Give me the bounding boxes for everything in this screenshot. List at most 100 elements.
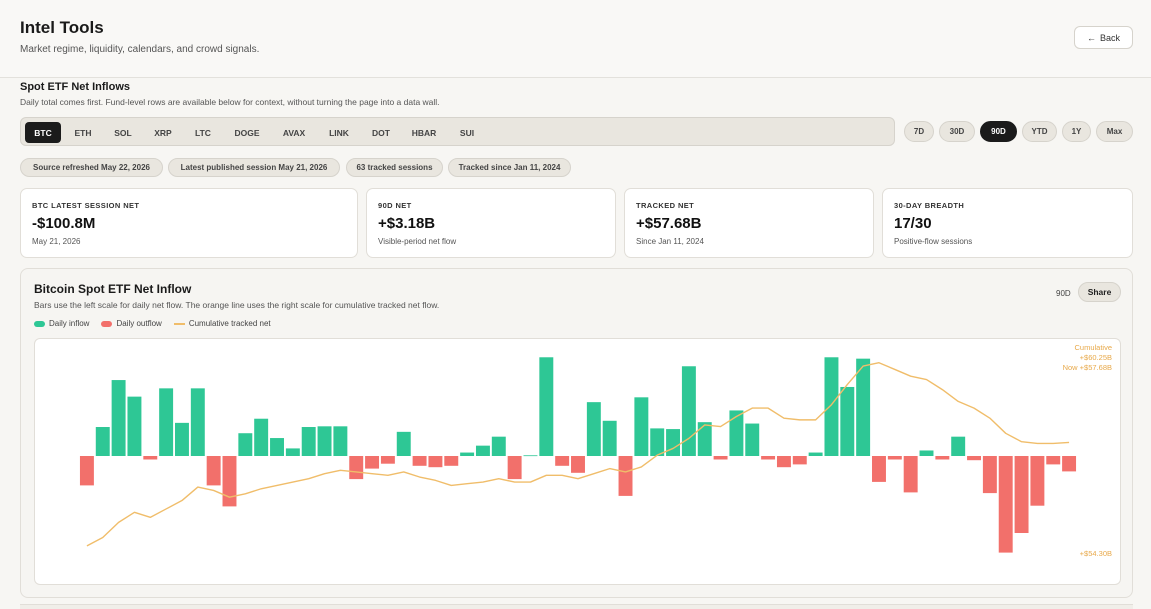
stat-card-tracked-net: TRACKED NET +$57.68B Since Jan 11, 2024 [624, 188, 874, 258]
outflow-bar [903, 456, 918, 493]
legend-label-inflow: Daily inflow [49, 319, 90, 328]
inflow-bar [602, 420, 617, 456]
inflow-bar [919, 450, 934, 456]
outflow-bar [1014, 456, 1029, 533]
share-button[interactable]: Share [1078, 282, 1121, 302]
inflow-bar [254, 418, 269, 456]
stat-card-latest-session: BTC LATEST SESSION NET -$100.8M May 21, … [20, 188, 358, 258]
range-1y[interactable]: 1Y [1062, 121, 1091, 142]
inflow-bar [238, 433, 253, 456]
chart-legend: Daily inflow Daily outflow Cumulative tr… [34, 319, 271, 328]
meta-chip-tracked-sessions: 63 tracked sessions [346, 158, 443, 177]
meta-chip-source-refreshed: Source refreshed May 22, 2026 [20, 158, 163, 177]
asset-tab-dot[interactable]: DOT [363, 122, 399, 143]
stat-value: +$57.68B [636, 215, 702, 232]
inflow-bar [317, 426, 332, 456]
outflow-bar [1046, 456, 1061, 465]
stat-value: 17/30 [894, 215, 932, 232]
right-axis-title: Cumulative [1074, 343, 1112, 352]
asset-tab-btc[interactable]: BTC [25, 122, 61, 143]
stat-card-90d-net: 90D NET +$3.18B Visible-period net flow [366, 188, 616, 258]
inflow-bar [159, 388, 174, 456]
legend-item-cumulative: Cumulative tracked net [173, 319, 271, 328]
outflow-bar [143, 456, 158, 460]
inflow-bar [175, 422, 189, 456]
inflow-bar [634, 397, 649, 456]
inflow-bar [697, 422, 712, 456]
inflow-bar [856, 358, 871, 456]
inflow-bar [301, 427, 316, 456]
outflow-bar [222, 456, 237, 507]
asset-tab-link[interactable]: LINK [319, 122, 359, 143]
outflow-bar [761, 456, 776, 460]
inflow-bar [95, 427, 110, 456]
right-axis-top-label: +$60.25B [1080, 353, 1112, 362]
section-title: Spot ETF Net Inflows [20, 81, 130, 93]
inflow-bar [824, 357, 839, 456]
range-90d[interactable]: 90D [980, 121, 1017, 142]
next-section-edge [20, 604, 1133, 609]
stat-sub: Positive-flow sessions [894, 237, 973, 246]
outflow-bar [998, 456, 1013, 553]
stat-label: 30-DAY BREADTH [894, 201, 965, 210]
inflow-bar [127, 396, 142, 456]
inflow-bar [681, 366, 696, 456]
inflow-bar [951, 436, 966, 456]
page-title: Intel Tools [20, 18, 104, 37]
outflow-bar [349, 456, 364, 480]
inflow-bar [333, 426, 348, 456]
range-30d[interactable]: 30D [939, 121, 975, 142]
outflow-bar [935, 456, 950, 460]
outflow-bar [713, 456, 728, 460]
outflow-bar [571, 456, 585, 473]
inflow-bar [650, 428, 665, 456]
legend-label-outflow: Daily outflow [116, 319, 162, 328]
outflow-bar [792, 456, 807, 465]
inflow-bar [475, 445, 490, 456]
asset-tab-hbar[interactable]: HBAR [403, 122, 445, 143]
inflow-bar [460, 452, 475, 456]
stat-value: +$3.18B [378, 215, 436, 232]
chart-range-tag: 90D [1056, 289, 1071, 298]
asset-tab-xrp[interactable]: XRP [145, 122, 181, 143]
legend-swatch-inflow [34, 320, 45, 327]
section-description: Daily total comes first. Fund-level rows… [20, 97, 440, 107]
inflow-bar [840, 386, 855, 456]
range-ytd[interactable]: YTD [1022, 121, 1057, 142]
chart-title: Bitcoin Spot ETF Net Inflow [34, 282, 192, 296]
asset-tab-doge[interactable]: DOGE [225, 122, 269, 143]
chart-card: Bitcoin Spot ETF Net Inflow Bars use the… [20, 268, 1133, 598]
legend-item-inflow: Daily inflow [34, 319, 89, 328]
asset-tab-sol[interactable]: SOL [105, 122, 141, 143]
arrow-left-icon: ← [1086, 32, 1096, 43]
outflow-bar [507, 456, 522, 480]
legend-item-outflow: Daily outflow [101, 319, 162, 328]
range-7d[interactable]: 7D [904, 121, 934, 142]
outflow-bar [982, 456, 997, 494]
asset-tab-sui[interactable]: SUI [449, 122, 485, 143]
right-axis-now-label: Now +$57.68B [1063, 363, 1112, 372]
outflow-bar [380, 456, 395, 464]
page-header: Intel Tools Market regime, liquidity, ca… [0, 0, 1151, 78]
stat-sub: Visible-period net flow [378, 237, 457, 246]
page-subtitle: Market regime, liquidity, calendars, and… [20, 44, 260, 55]
inflow-bar [539, 357, 554, 456]
stat-label: 90D NET [378, 201, 412, 210]
outflow-bar [872, 456, 886, 482]
inflow-bar [586, 402, 601, 456]
asset-tab-ltc[interactable]: LTC [185, 122, 221, 143]
asset-selector: BTC ETH SOL XRP LTC DOGE AVAX LINK DOT H… [20, 117, 895, 146]
asset-tab-avax[interactable]: AVAX [273, 122, 315, 143]
range-max[interactable]: Max [1096, 121, 1133, 142]
outflow-bar [776, 456, 791, 468]
inflow-bar [111, 380, 126, 456]
stat-label: BTC LATEST SESSION NET [32, 201, 140, 210]
inflow-bar [190, 388, 205, 456]
outflow-bar [1030, 456, 1045, 506]
legend-swatch-cumulative [173, 322, 185, 325]
asset-tab-eth[interactable]: ETH [65, 122, 101, 143]
back-button[interactable]: ← Back [1074, 26, 1133, 49]
chart-svg: Cumulative +$60.25B Now +$57.68B +$54.30… [79, 343, 1112, 558]
chart-description: Bars use the left scale for daily net fl… [34, 300, 440, 310]
outflow-bar [1062, 456, 1077, 472]
